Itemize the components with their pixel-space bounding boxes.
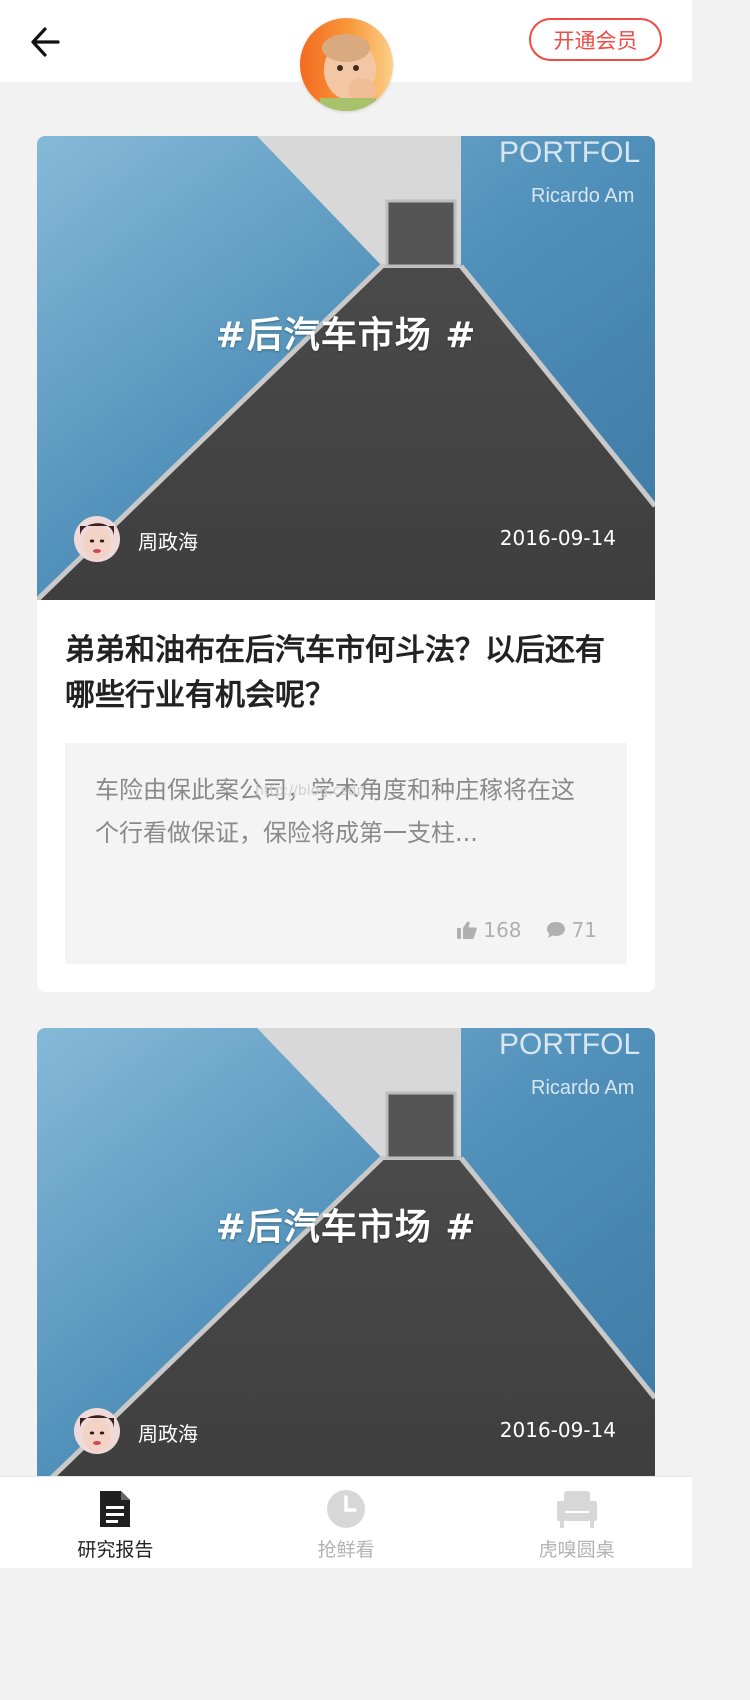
cover-image: PORTFOL Ricardo Am #后汽车市场 # 周政海 2016-09-… (37, 1028, 655, 1492)
open-membership-button[interactable]: 开通会员 (529, 18, 662, 61)
article-summary: 车险由保此案公司，学术角度和种庄稼将在这个行看做保证，保险将成第一支柱... h… (65, 743, 627, 964)
tab-label: 虎嗅圆桌 (538, 1539, 615, 1561)
tab-research-report[interactable]: 研究报告 (0, 1477, 231, 1568)
cover-image: PORTFOL Ricardo Am #后汽车市场 # 周政海 2016-09-… (37, 136, 655, 600)
clock-icon (327, 1490, 365, 1528)
tab-label: 研究报告 (77, 1539, 154, 1561)
like-count-value: 168 (483, 918, 522, 942)
author-avatar[interactable] (74, 516, 120, 562)
card-body: 弟弟和油布在后汽车市何斗法？以后还有哪些行业有机会呢？ 车险由保此案公司，学术角… (37, 600, 655, 992)
author-name[interactable]: 周政海 (138, 1418, 198, 1447)
comment-count[interactable]: 71 (546, 918, 597, 942)
back-button[interactable] (24, 20, 68, 64)
bottom-tab-bar: 研究报告 抢鲜看 虎嗅圆桌 (0, 1476, 692, 1568)
article-card[interactable]: PORTFOL Ricardo Am #后汽车市场 # 周政海 2016-09-… (37, 1028, 655, 1492)
arrow-left-icon (31, 27, 60, 57)
cover-art-text: PORTFOL (499, 1028, 640, 1061)
comment-count-value: 71 (571, 918, 597, 942)
cover-art-text: PORTFOL (499, 136, 640, 169)
cover-art-subtext: Ricardo Am (531, 185, 634, 207)
article-feed: PORTFOL Ricardo Am #后汽车市场 # 周政海 2016-09-… (37, 136, 655, 1528)
summary-text: 车险由保此案公司，学术角度和种庄稼将在这个行看做保证，保险将成第一支柱... (95, 776, 575, 847)
topic-tag[interactable]: #后汽车市场 # (37, 1198, 655, 1250)
thumbs-up-icon (457, 921, 478, 939)
author-name[interactable]: 周政海 (138, 526, 198, 555)
tab-early-look[interactable]: 抢鲜看 (231, 1477, 462, 1568)
tab-roundtable[interactable]: 虎嗅圆桌 (461, 1477, 692, 1568)
publish-date: 2016-09-14 (499, 526, 616, 550)
armchair-icon (556, 1491, 597, 1528)
user-avatar[interactable] (300, 18, 393, 111)
article-title[interactable]: 弟弟和油布在后汽车市何斗法？以后还有哪些行业有机会呢？ (65, 628, 627, 718)
watermark: http://blog.csdn. (255, 783, 370, 799)
cover-art-subtext: Ricardo Am (531, 1077, 634, 1099)
tab-label: 抢鲜看 (317, 1539, 375, 1561)
article-stats: 168 71 (457, 918, 597, 942)
like-count[interactable]: 168 (457, 918, 522, 942)
document-icon (100, 1491, 131, 1527)
publish-date: 2016-09-14 (499, 1418, 616, 1442)
comment-icon (546, 922, 565, 938)
author-avatar[interactable] (74, 1408, 120, 1454)
article-card[interactable]: PORTFOL Ricardo Am #后汽车市场 # 周政海 2016-09-… (37, 136, 655, 992)
topic-tag[interactable]: #后汽车市场 # (37, 306, 655, 358)
